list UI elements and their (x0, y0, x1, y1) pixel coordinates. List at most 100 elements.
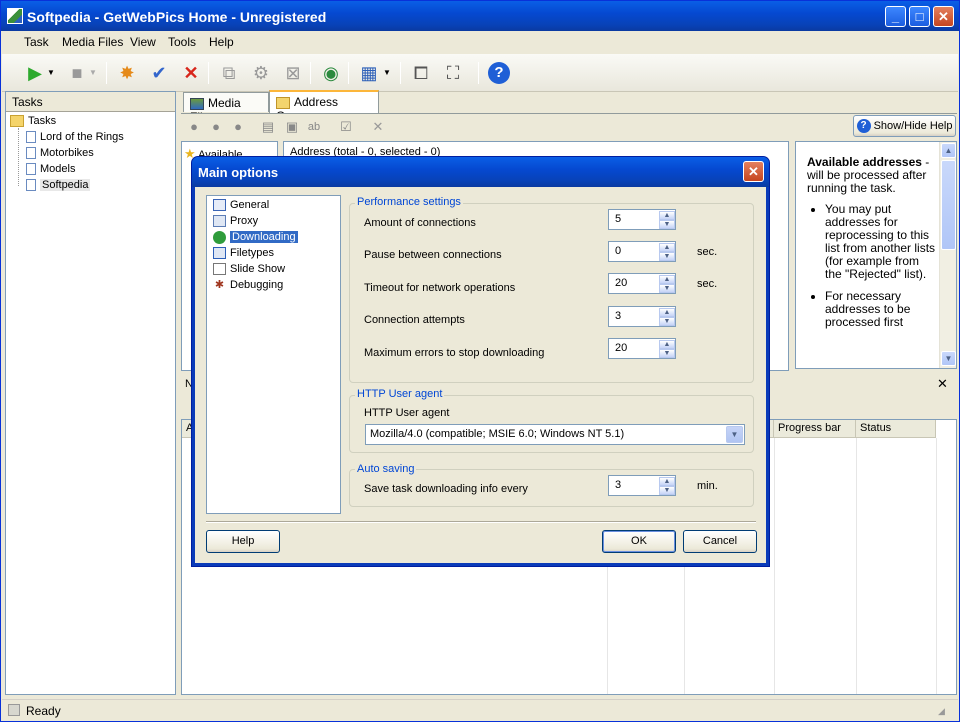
spinner-down-icon[interactable]: ▼ (659, 317, 675, 326)
spinner-up-icon[interactable]: ▲ (659, 275, 675, 284)
close-button[interactable]: ✕ (933, 6, 954, 27)
spinner-down-icon[interactable]: ▼ (659, 284, 675, 293)
folder-icon (10, 115, 24, 128)
spinner-up-icon[interactable]: ▲ (659, 308, 675, 317)
edit-address-icon[interactable]: ▣ (283, 118, 301, 136)
menu-tools[interactable]: Tools (168, 35, 196, 49)
spinner-down-icon[interactable]: ▼ (659, 349, 675, 358)
task-properties-icon[interactable]: ✔ (148, 62, 170, 84)
settings-icon[interactable]: ⚙ (250, 62, 272, 84)
lower-pane-close-icon[interactable]: ✕ (937, 376, 948, 392)
tab-address-queue[interactable]: Address Queue (269, 90, 379, 123)
dialog-separator (206, 521, 756, 523)
autosave-spinner[interactable]: 3 ▲ ▼ (608, 475, 676, 496)
title-bar[interactable]: Softpedia - GetWebPics Home - Unregister… (1, 1, 959, 31)
scroll-up-icon[interactable]: ▲ (941, 143, 956, 158)
show-hide-help-label: Show/Hide Help (873, 120, 953, 132)
dropdown-arrow-icon[interactable]: ▼ (88, 62, 98, 84)
menu-task[interactable]: Task (24, 35, 49, 49)
help-heading: Available addresses (807, 155, 922, 169)
tree-item-softpedia[interactable]: Softpedia (26, 179, 91, 192)
tree-item-models[interactable]: Models (26, 163, 75, 176)
nav-item-proxy[interactable]: Proxy (213, 215, 259, 228)
tree-item-motorbikes[interactable]: Motorbikes (26, 147, 94, 160)
play-icon[interactable]: ▶ (24, 62, 46, 84)
help-scrollbar[interactable]: ▲ ▼ (939, 142, 956, 368)
tree-item-label: Softpedia (40, 179, 91, 191)
amount-connections-spinner[interactable]: 5 ▲ ▼ (608, 209, 676, 230)
new-task-icon[interactable]: ✸ (116, 62, 138, 84)
nav-item-general[interactable]: General (213, 199, 269, 212)
resize-grip-icon[interactable]: ◢ (938, 706, 945, 717)
column-header-progress[interactable]: Progress bar (774, 420, 856, 438)
globe-gray-icon[interactable]: ● (185, 118, 203, 136)
max-errors-spinner[interactable]: 20 ▲ ▼ (608, 338, 676, 359)
view-icon[interactable]: ⧉ (218, 62, 240, 84)
dropdown-arrow-icon[interactable]: ▼ (46, 62, 56, 84)
timeout-spinner[interactable]: 20 ▲ ▼ (608, 273, 676, 294)
dialog-title-bar[interactable]: Main options ✕ (192, 157, 769, 187)
maximize-button[interactable]: □ (909, 6, 930, 27)
menu-help[interactable]: Help (209, 35, 234, 49)
nav-label: Proxy (230, 215, 259, 227)
thumbnails-icon[interactable]: ▦ (358, 62, 380, 84)
help-icon[interactable]: ? (488, 62, 510, 84)
spinner-down-icon[interactable]: ▼ (659, 486, 675, 495)
check-icon[interactable]: ☑ (337, 118, 355, 136)
spinner-up-icon[interactable]: ▲ (659, 340, 675, 349)
help-button[interactable]: Help (206, 530, 280, 553)
connection-attempts-spinner[interactable]: 3 ▲ ▼ (608, 306, 676, 327)
spinner-value[interactable]: 3 (615, 310, 621, 322)
spinner-up-icon[interactable]: ▲ (659, 211, 675, 220)
scroll-down-icon[interactable]: ▼ (941, 351, 956, 366)
ok-button[interactable]: OK (602, 530, 676, 553)
toolbar: ▶ ▼ ■ ▼ ✸ ✔ ✕ ⧉ ⚙ ⊠ ◉ ▦ ▼ ⧠ ⛶ ? (2, 54, 958, 92)
nav-item-downloading[interactable]: Downloading (213, 231, 298, 244)
tab-media-files[interactable]: Media Files (183, 92, 269, 124)
nav-item-slide-show[interactable]: Slide Show (213, 263, 285, 276)
spinner-value[interactable]: 20 (615, 277, 627, 289)
scroll-thumb[interactable] (941, 160, 956, 250)
chevron-down-icon[interactable]: ▼ (726, 426, 743, 443)
nav-item-debugging[interactable]: ✱ Debugging (213, 279, 283, 291)
pause-connections-spinner[interactable]: 0 ▲ ▼ (608, 241, 676, 262)
tree-item-lord-of-the-rings[interactable]: Lord of the Rings (26, 131, 124, 144)
tree-root-tasks[interactable]: Tasks (10, 115, 56, 128)
rename-icon[interactable]: ab (305, 118, 323, 136)
amount-connections-label: Amount of connections (364, 217, 476, 229)
timeout-unit: sec. (697, 278, 718, 290)
spinner-value[interactable]: 20 (615, 342, 627, 354)
spinner-value[interactable]: 3 (615, 479, 621, 491)
slideshow-icon[interactable]: ⛶ (442, 62, 464, 84)
column-header-status[interactable]: Status (856, 420, 936, 438)
spinner-down-icon[interactable]: ▼ (659, 252, 675, 261)
menu-media-files[interactable]: Media Files (62, 35, 123, 49)
menu-view[interactable]: View (130, 35, 156, 49)
cancel-button[interactable]: Cancel (683, 530, 757, 553)
window-icon[interactable]: ⧠ (410, 62, 432, 84)
show-hide-help-button[interactable]: ? Show/Hide Help (853, 115, 956, 137)
dialog-title: Main options (198, 165, 279, 180)
stop-icon[interactable]: ■ (66, 62, 88, 84)
dropdown-arrow-icon[interactable]: ▼ (382, 62, 392, 84)
spinner-value[interactable]: 5 (615, 213, 621, 225)
nav-item-filetypes[interactable]: Filetypes (213, 247, 274, 260)
add-address-icon[interactable]: ▤ (259, 118, 277, 136)
toolbar-separator (106, 62, 107, 84)
spinner-down-icon[interactable]: ▼ (659, 220, 675, 229)
spinner-value[interactable]: 0 (615, 245, 621, 257)
app-icon (7, 8, 23, 24)
spinner-up-icon[interactable]: ▲ (659, 477, 675, 486)
globe-gray-icon[interactable]: ● (229, 118, 247, 136)
close-doc-icon[interactable]: ⊠ (282, 62, 304, 84)
delete-icon[interactable]: ✕ (180, 62, 202, 84)
spinner-up-icon[interactable]: ▲ (659, 243, 675, 252)
options-nav: General Proxy Downloading Filetypes Slid… (206, 195, 341, 514)
remove-icon[interactable]: ✕ (369, 118, 387, 136)
tree-item-label: Motorbikes (40, 147, 94, 159)
user-agent-select[interactable]: Mozilla/4.0 (compatible; MSIE 6.0; Windo… (365, 424, 745, 445)
globe-gray-icon[interactable]: ● (207, 118, 225, 136)
dialog-close-button[interactable]: ✕ (743, 161, 764, 182)
globe-icon[interactable]: ◉ (320, 62, 342, 84)
minimize-button[interactable]: _ (885, 6, 906, 27)
